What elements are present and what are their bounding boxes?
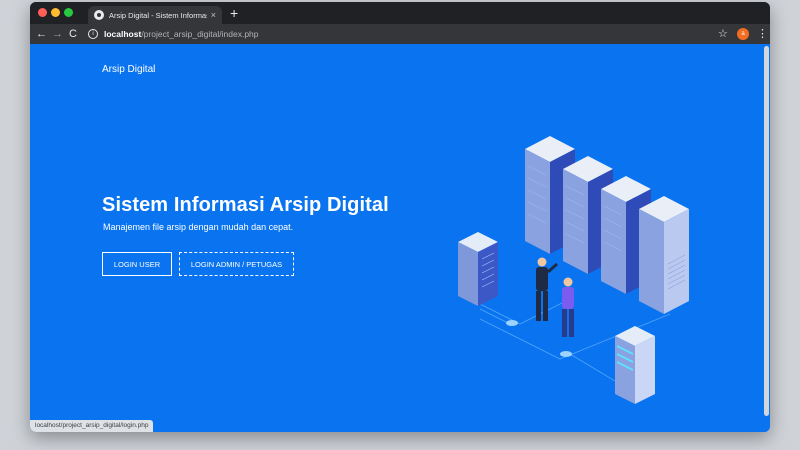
scrollbar[interactable] <box>763 44 770 432</box>
site-info-icon[interactable]: i <box>88 29 98 39</box>
tab-strip: Arsip Digital - Sistem Informasi A × + <box>30 2 770 24</box>
scrollbar-thumb[interactable] <box>764 46 769 416</box>
page-content: Arsip Digital Sistem Informasi Arsip Dig… <box>30 44 770 432</box>
page-subtitle: Manajemen file arsip dengan mudah dan ce… <box>103 222 294 232</box>
status-bar-url: localhost/project_arsip_digital/login.ph… <box>30 420 154 432</box>
bookmark-star-icon[interactable]: ☆ <box>718 27 728 40</box>
page-title: Sistem Informasi Arsip Digital <box>102 194 389 216</box>
back-button[interactable]: ← <box>36 27 47 41</box>
forward-button[interactable]: → <box>52 27 63 41</box>
person-icon <box>562 277 574 337</box>
server-rack-icon <box>615 326 655 404</box>
tab-arsip-digital[interactable]: Arsip Digital - Sistem Informasi A × <box>88 6 222 24</box>
reload-button[interactable]: C <box>69 27 77 41</box>
node-icon <box>560 351 572 357</box>
tab-title: Arsip Digital - Sistem Informasi A <box>109 10 207 20</box>
new-tab-button[interactable]: + <box>230 5 238 21</box>
maximize-window-button[interactable] <box>64 8 73 17</box>
server-illustration <box>458 136 689 404</box>
minimize-window-button[interactable] <box>51 8 60 17</box>
url-path: /project_arsip_digital/index.php <box>141 29 259 39</box>
browser-menu-icon[interactable]: ⋮ <box>757 27 768 40</box>
server-rack-icon <box>639 196 689 314</box>
browser-window: Arsip Digital - Sistem Informasi A × + ←… <box>30 2 770 432</box>
server-rack-icon <box>458 232 498 306</box>
person-icon <box>536 257 558 321</box>
address-bar[interactable]: i localhost /project_arsip_digital/index… <box>88 27 259 41</box>
favicon-icon <box>94 10 104 20</box>
url-host: localhost <box>104 29 142 39</box>
login-user-button[interactable]: LOGIN USER <box>102 252 172 276</box>
node-icon <box>506 320 518 326</box>
brand-logo[interactable]: Arsip Digital <box>102 64 155 75</box>
tab-close-icon[interactable]: × <box>211 10 216 20</box>
profile-avatar[interactable]: a <box>737 28 749 40</box>
close-window-button[interactable] <box>38 8 47 17</box>
browser-toolbar: ← → C i localhost /project_arsip_digital… <box>30 24 770 44</box>
login-admin-button[interactable]: LOGIN ADMIN / PETUGAS <box>179 252 294 276</box>
